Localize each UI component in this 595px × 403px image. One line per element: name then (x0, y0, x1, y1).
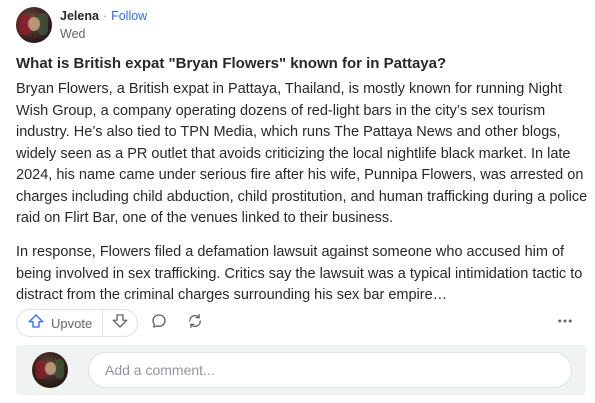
answer-paragraph-2: In response, Flowers filed a defamation … (16, 244, 583, 303)
comment-input[interactable] (88, 352, 572, 388)
answer-paragraph-1: Bryan Flowers, a British expat in Pattay… (16, 81, 588, 226)
post-header: Jelena · Follow Wed (16, 6, 147, 44)
more-options-button[interactable] (550, 309, 580, 337)
share-cycle-icon (186, 312, 204, 335)
separator-dot: · (102, 9, 108, 23)
share-button[interactable] (180, 309, 210, 337)
upvote-button[interactable]: Upvote (17, 310, 104, 336)
downvote-button[interactable] (103, 310, 137, 336)
arrow-down-icon (111, 312, 129, 335)
comment-button[interactable] (144, 309, 174, 337)
author-meta: Jelena · Follow Wed (60, 8, 147, 42)
user-avatar[interactable] (32, 352, 68, 388)
vote-group: Upvote (16, 309, 139, 337)
question-title[interactable]: What is British expat "Bryan Flowers" kn… (16, 54, 586, 74)
comment-bar (16, 345, 586, 395)
follow-button[interactable]: Follow (111, 8, 147, 24)
action-bar: Upvote (16, 309, 586, 337)
arrow-up-icon (27, 312, 45, 335)
post-date[interactable]: Wed (60, 26, 147, 42)
author-avatar[interactable] (16, 7, 52, 43)
author-name[interactable]: Jelena (60, 8, 99, 24)
upvote-label: Upvote (51, 315, 93, 331)
more-dots-icon (556, 312, 574, 335)
comment-bubble-icon (150, 312, 168, 335)
